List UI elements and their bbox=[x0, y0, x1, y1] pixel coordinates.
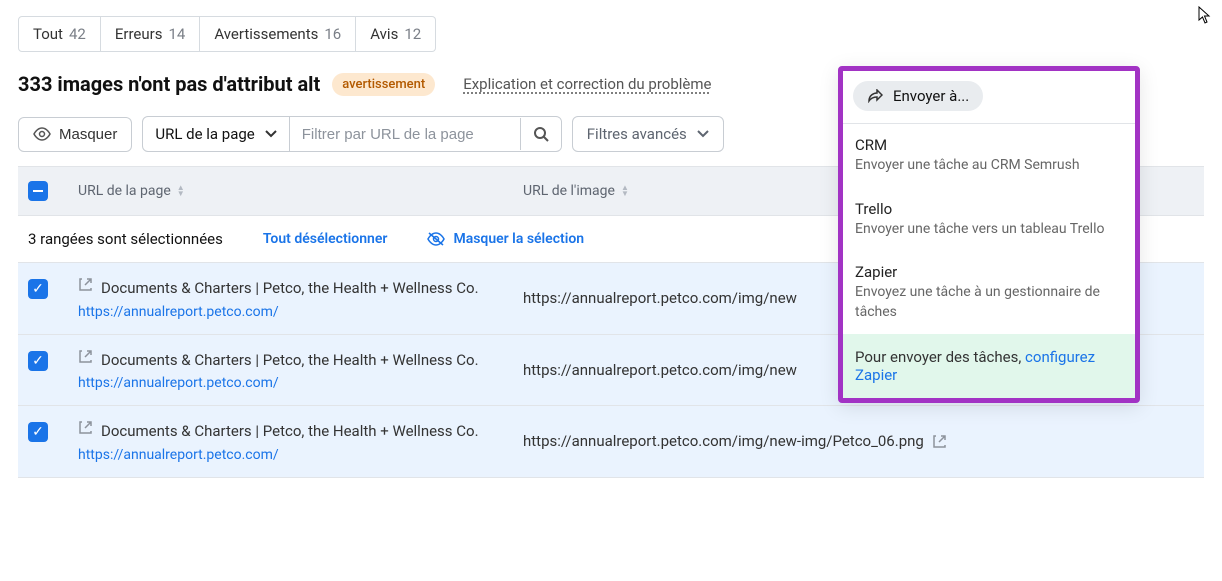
tab-all[interactable]: Tout42 bbox=[18, 16, 101, 52]
image-url-text: https://annualreport.petco.com/img/new-i… bbox=[523, 432, 924, 450]
popup-footer: Pour envoyer des tâches, configurez Zapi… bbox=[843, 334, 1135, 398]
filter-tabs: Tout42 Erreurs14 Avertissements16 Avis12 bbox=[18, 16, 1204, 52]
external-link-icon[interactable] bbox=[78, 277, 93, 292]
row-checkbox[interactable]: ✓ bbox=[28, 422, 48, 442]
mouse-cursor bbox=[1198, 6, 1212, 24]
page-title-text: Documents & Charters | Petco, the Health… bbox=[101, 349, 479, 372]
send-option-trello[interactable]: Trello Envoyer une tâche vers un tableau… bbox=[843, 188, 1135, 252]
url-filter-input[interactable] bbox=[290, 118, 520, 151]
search-icon bbox=[533, 126, 549, 142]
sort-icon: ▲▼ bbox=[177, 185, 185, 197]
url-field-select[interactable]: URL de la page bbox=[143, 117, 289, 151]
eye-icon bbox=[33, 127, 51, 141]
eye-off-icon bbox=[427, 231, 445, 247]
send-option-crm[interactable]: CRM Envoyer une tâche au CRM Semrush bbox=[843, 124, 1135, 188]
table-row: ✓ Documents & Charters | Petco, the Heal… bbox=[18, 406, 1204, 478]
column-page-url[interactable]: URL de la page ▲▼ bbox=[68, 167, 513, 215]
chevron-down-icon bbox=[265, 130, 277, 138]
row-checkbox[interactable]: ✓ bbox=[28, 351, 48, 371]
send-to-popup: Envoyer à... CRM Envoyer une tâche au CR… bbox=[838, 66, 1140, 403]
advanced-filters[interactable]: Filtres avancés bbox=[572, 116, 724, 152]
sort-icon: ▲▼ bbox=[621, 185, 629, 197]
page-title-text: Documents & Charters | Petco, the Health… bbox=[101, 277, 479, 300]
explain-link[interactable]: Explication et correction du problème bbox=[463, 75, 711, 93]
send-to-button[interactable]: Envoyer à... bbox=[853, 81, 983, 111]
row-checkbox[interactable]: ✓ bbox=[28, 279, 48, 299]
search-button[interactable] bbox=[520, 118, 561, 150]
hide-button[interactable]: Masquer bbox=[18, 117, 132, 152]
selection-count: 3 rangées sont sélectionnées bbox=[28, 230, 223, 248]
hide-selection-link[interactable]: Masquer la sélection bbox=[427, 231, 584, 247]
issue-heading: 333 images n'ont pas d'attribut alt bbox=[18, 72, 320, 96]
send-option-zapier[interactable]: Zapier Envoyez une tâche à un gestionnai… bbox=[843, 251, 1135, 334]
tab-warnings[interactable]: Avertissements16 bbox=[200, 16, 356, 52]
chevron-down-icon bbox=[697, 130, 709, 138]
severity-badge: avertissement bbox=[332, 73, 435, 96]
image-url-text: https://annualreport.petco.com/img/new bbox=[523, 361, 797, 379]
page-url-link[interactable]: https://annualreport.petco.com/ bbox=[78, 447, 503, 463]
share-arrow-icon bbox=[867, 89, 883, 103]
image-url-text: https://annualreport.petco.com/img/new bbox=[523, 289, 797, 307]
deselect-all-link[interactable]: Tout désélectionner bbox=[263, 231, 388, 247]
tab-notices[interactable]: Avis12 bbox=[356, 16, 436, 52]
external-link-icon[interactable] bbox=[78, 349, 93, 364]
select-all-checkbox[interactable] bbox=[28, 181, 48, 201]
page-url-link[interactable]: https://annualreport.petco.com/ bbox=[78, 304, 503, 320]
tab-errors[interactable]: Erreurs14 bbox=[101, 16, 200, 52]
url-filter-group: URL de la page bbox=[142, 116, 561, 152]
external-link-icon[interactable] bbox=[78, 420, 93, 435]
external-link-icon[interactable] bbox=[932, 434, 947, 449]
page-url-link[interactable]: https://annualreport.petco.com/ bbox=[78, 375, 503, 391]
page-title-text: Documents & Charters | Petco, the Health… bbox=[101, 420, 479, 443]
